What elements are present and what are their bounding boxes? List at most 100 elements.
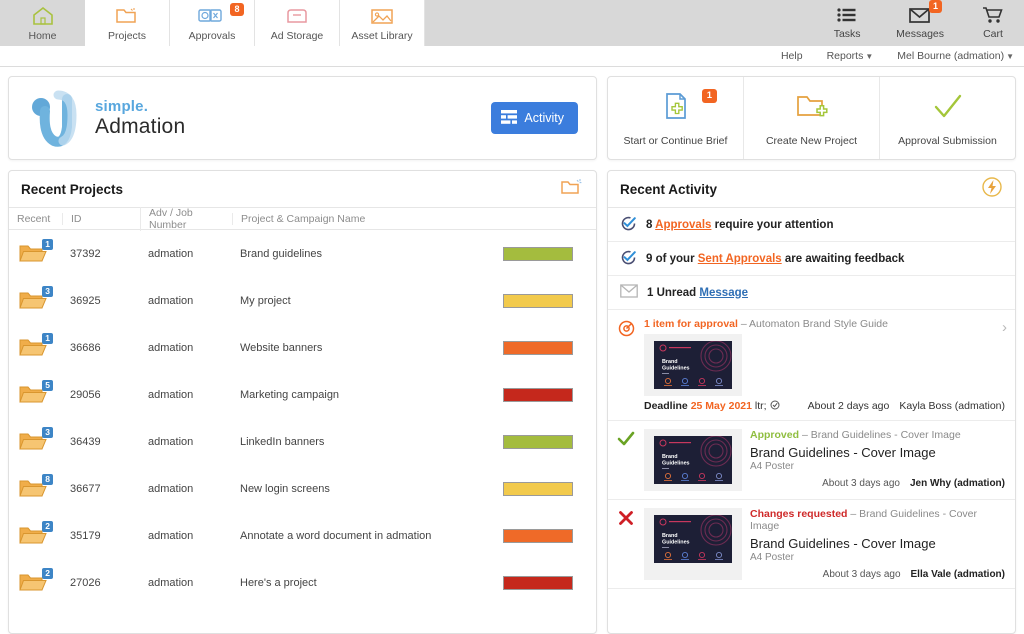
table-row[interactable]: 8 36677 admation New login screens [9, 465, 596, 512]
nav-tab-projects[interactable]: Projects [85, 0, 170, 46]
home-icon [31, 4, 55, 28]
activity-card[interactable]: 1 item for approval – Automaton Brand St… [608, 310, 1015, 421]
table-row[interactable]: 5 29056 admation Marketing campaign [9, 371, 596, 418]
brand-wordmark: simple. Admation [95, 98, 185, 139]
activity-button[interactable]: Activity [491, 102, 578, 134]
projects-table-body: 1 37392 admation Brand guidelines 3 3692… [9, 230, 596, 633]
nav-tab-home[interactable]: Home [0, 0, 85, 46]
chevron-right-icon[interactable]: › [1002, 319, 1007, 336]
document-thumbnail: Brand Guidelines [654, 436, 732, 484]
quick-action-label: Approval Submission [898, 134, 997, 147]
table-row[interactable]: 2 27026 admation Here's a project [9, 559, 596, 606]
activity-summary-row[interactable]: 1 Unread Message [608, 276, 1015, 310]
project-folder-icon[interactable]: 1 [19, 238, 53, 266]
table-row[interactable]: 2 35179 admation Annotate a word documen… [9, 512, 596, 559]
activity-meta: About 3 days ago Jen Why (admation) [750, 478, 1005, 489]
project-folder-icon[interactable]: 3 [19, 426, 53, 454]
activity-status-text: 1 item for approval [644, 318, 738, 330]
project-folder-icon[interactable]: 2 [19, 520, 53, 548]
document-thumbnail: Brand Guidelines [654, 341, 732, 389]
activity-status-text: Approved [750, 429, 800, 441]
activity-list: 8 Approvals require your attention 9 of … [608, 208, 1015, 589]
activity-item-title: Brand Guidelines - Cover Image [750, 536, 936, 551]
left-column: simple. Admation Activity Recent Project… [8, 76, 597, 634]
project-folder-icon[interactable]: 2 [19, 567, 53, 595]
project-count-badge: 1 [42, 238, 53, 250]
nav-messages[interactable]: Messages 1 [896, 0, 944, 40]
brand-banner: simple. Admation Activity [8, 76, 597, 160]
project-adv: admation [148, 482, 194, 495]
project-adv: admation [148, 576, 194, 589]
svg-text:Guidelines: Guidelines [662, 540, 690, 546]
project-count-badge: 1 [42, 332, 53, 344]
activity-summary-link[interactable]: Message [699, 287, 748, 299]
approvals-badge: 8 [230, 3, 244, 16]
activity-summary-row[interactable]: 9 of your Sent Approvals are awaiting fe… [608, 242, 1015, 276]
svg-text:Guidelines: Guidelines [662, 461, 690, 467]
nav-right-label: Cart [983, 28, 1003, 40]
secondary-nav-bar: Help Reports ▼ Mel Bourne (admation) ▼ [0, 46, 1024, 67]
project-id: 29056 [70, 388, 101, 401]
page-title: Recent Projects [21, 181, 124, 197]
quick-action-create-project[interactable]: Create New Project [744, 77, 880, 159]
activity-card[interactable]: Brand Guidelines Approved – Brand Guidel… [608, 421, 1015, 500]
top-right-actions: Tasks Messages 1 Cart [824, 0, 1016, 46]
project-id: 36439 [70, 435, 101, 448]
recent-projects-header: Recent Projects [9, 171, 596, 208]
reports-label: Reports [826, 50, 864, 62]
table-row[interactable]: 3 36439 admation LinkedIn banners [9, 418, 596, 465]
tasks-list-icon [836, 3, 858, 27]
nav-tab-label: Ad Storage [270, 30, 324, 42]
table-row[interactable]: 1 37392 admation Brand guidelines [9, 230, 596, 277]
nav-tab-asset-library[interactable]: Asset Library [340, 0, 425, 46]
project-name: New login screens [240, 482, 330, 495]
activity-summary-link[interactable]: Approvals [655, 219, 711, 231]
lightning-bolt-icon[interactable] [981, 176, 1003, 203]
folder-open-shine-icon[interactable] [560, 177, 584, 202]
column-header-recent: Recent [17, 212, 51, 225]
svg-text:Brand: Brand [662, 359, 678, 365]
activity-summary-text: 9 of your Sent Approvals are awaiting fe… [646, 252, 905, 265]
status-badge [503, 246, 573, 261]
activity-status-text: Changes requested [750, 508, 848, 520]
activity-user: Jen Why (admation) [909, 478, 1005, 489]
column-header-adv: Adv / Job Number [140, 206, 232, 231]
svg-text:Guidelines: Guidelines [662, 366, 690, 372]
recent-activity-panel: Recent Activity 8 Approvals require your… [607, 170, 1016, 634]
projects-table-header: Recent ID Adv / Job Number Project & Cam… [9, 206, 596, 231]
user-menu[interactable]: Mel Bourne (admation) ▼ [897, 50, 1014, 62]
activity-headline: 1 item for approval – Automaton Brand St… [644, 318, 1005, 330]
project-adv: admation [148, 435, 194, 448]
right-column: Start or Continue Brief 1 Create New Pro… [607, 76, 1016, 634]
activity-headline: Approved – Brand Guidelines - Cover Imag… [750, 429, 1005, 441]
status-badge [503, 575, 573, 590]
help-link[interactable]: Help [781, 50, 803, 62]
project-id: 27026 [70, 576, 101, 589]
project-folder-icon[interactable]: 3 [19, 285, 53, 313]
project-id: 36925 [70, 294, 101, 307]
reports-dropdown[interactable]: Reports ▼ [827, 50, 874, 62]
table-row[interactable]: 1 36686 admation Website banners [9, 324, 596, 371]
nav-tasks[interactable]: Tasks [824, 3, 870, 40]
status-badge [503, 528, 573, 543]
project-folder-icon[interactable]: 1 [19, 332, 53, 360]
activity-time-ago: About 2 days ago [807, 400, 890, 412]
recent-activity-title: Recent Activity [620, 181, 718, 197]
activity-summary-link[interactable]: Sent Approvals [698, 253, 782, 265]
nav-cart[interactable]: Cart [970, 3, 1016, 40]
project-name: Here's a project [240, 576, 317, 589]
table-row[interactable]: 3 36925 admation My project [9, 277, 596, 324]
image-icon [369, 4, 395, 28]
quick-action-start-brief[interactable]: Start or Continue Brief 1 [608, 77, 744, 159]
project-folder-icon[interactable]: 8 [19, 473, 53, 501]
project-count-badge: 5 [42, 379, 53, 391]
quick-action-approval-submission[interactable]: Approval Submission [880, 77, 1015, 159]
nav-tab-label: Approvals [188, 30, 236, 42]
nav-tab-ad-storage[interactable]: Ad Storage [255, 0, 340, 46]
activity-summary-row[interactable]: 8 Approvals require your attention [608, 208, 1015, 242]
nav-right-label: Messages [896, 28, 944, 40]
thumbnail-wrapper: Brand Guidelines [644, 334, 742, 396]
activity-card[interactable]: Brand Guidelines Changes requested – Bra… [608, 500, 1015, 589]
project-folder-icon[interactable]: 5 [19, 379, 53, 407]
nav-tab-approvals[interactable]: Approvals 8 [170, 0, 255, 46]
